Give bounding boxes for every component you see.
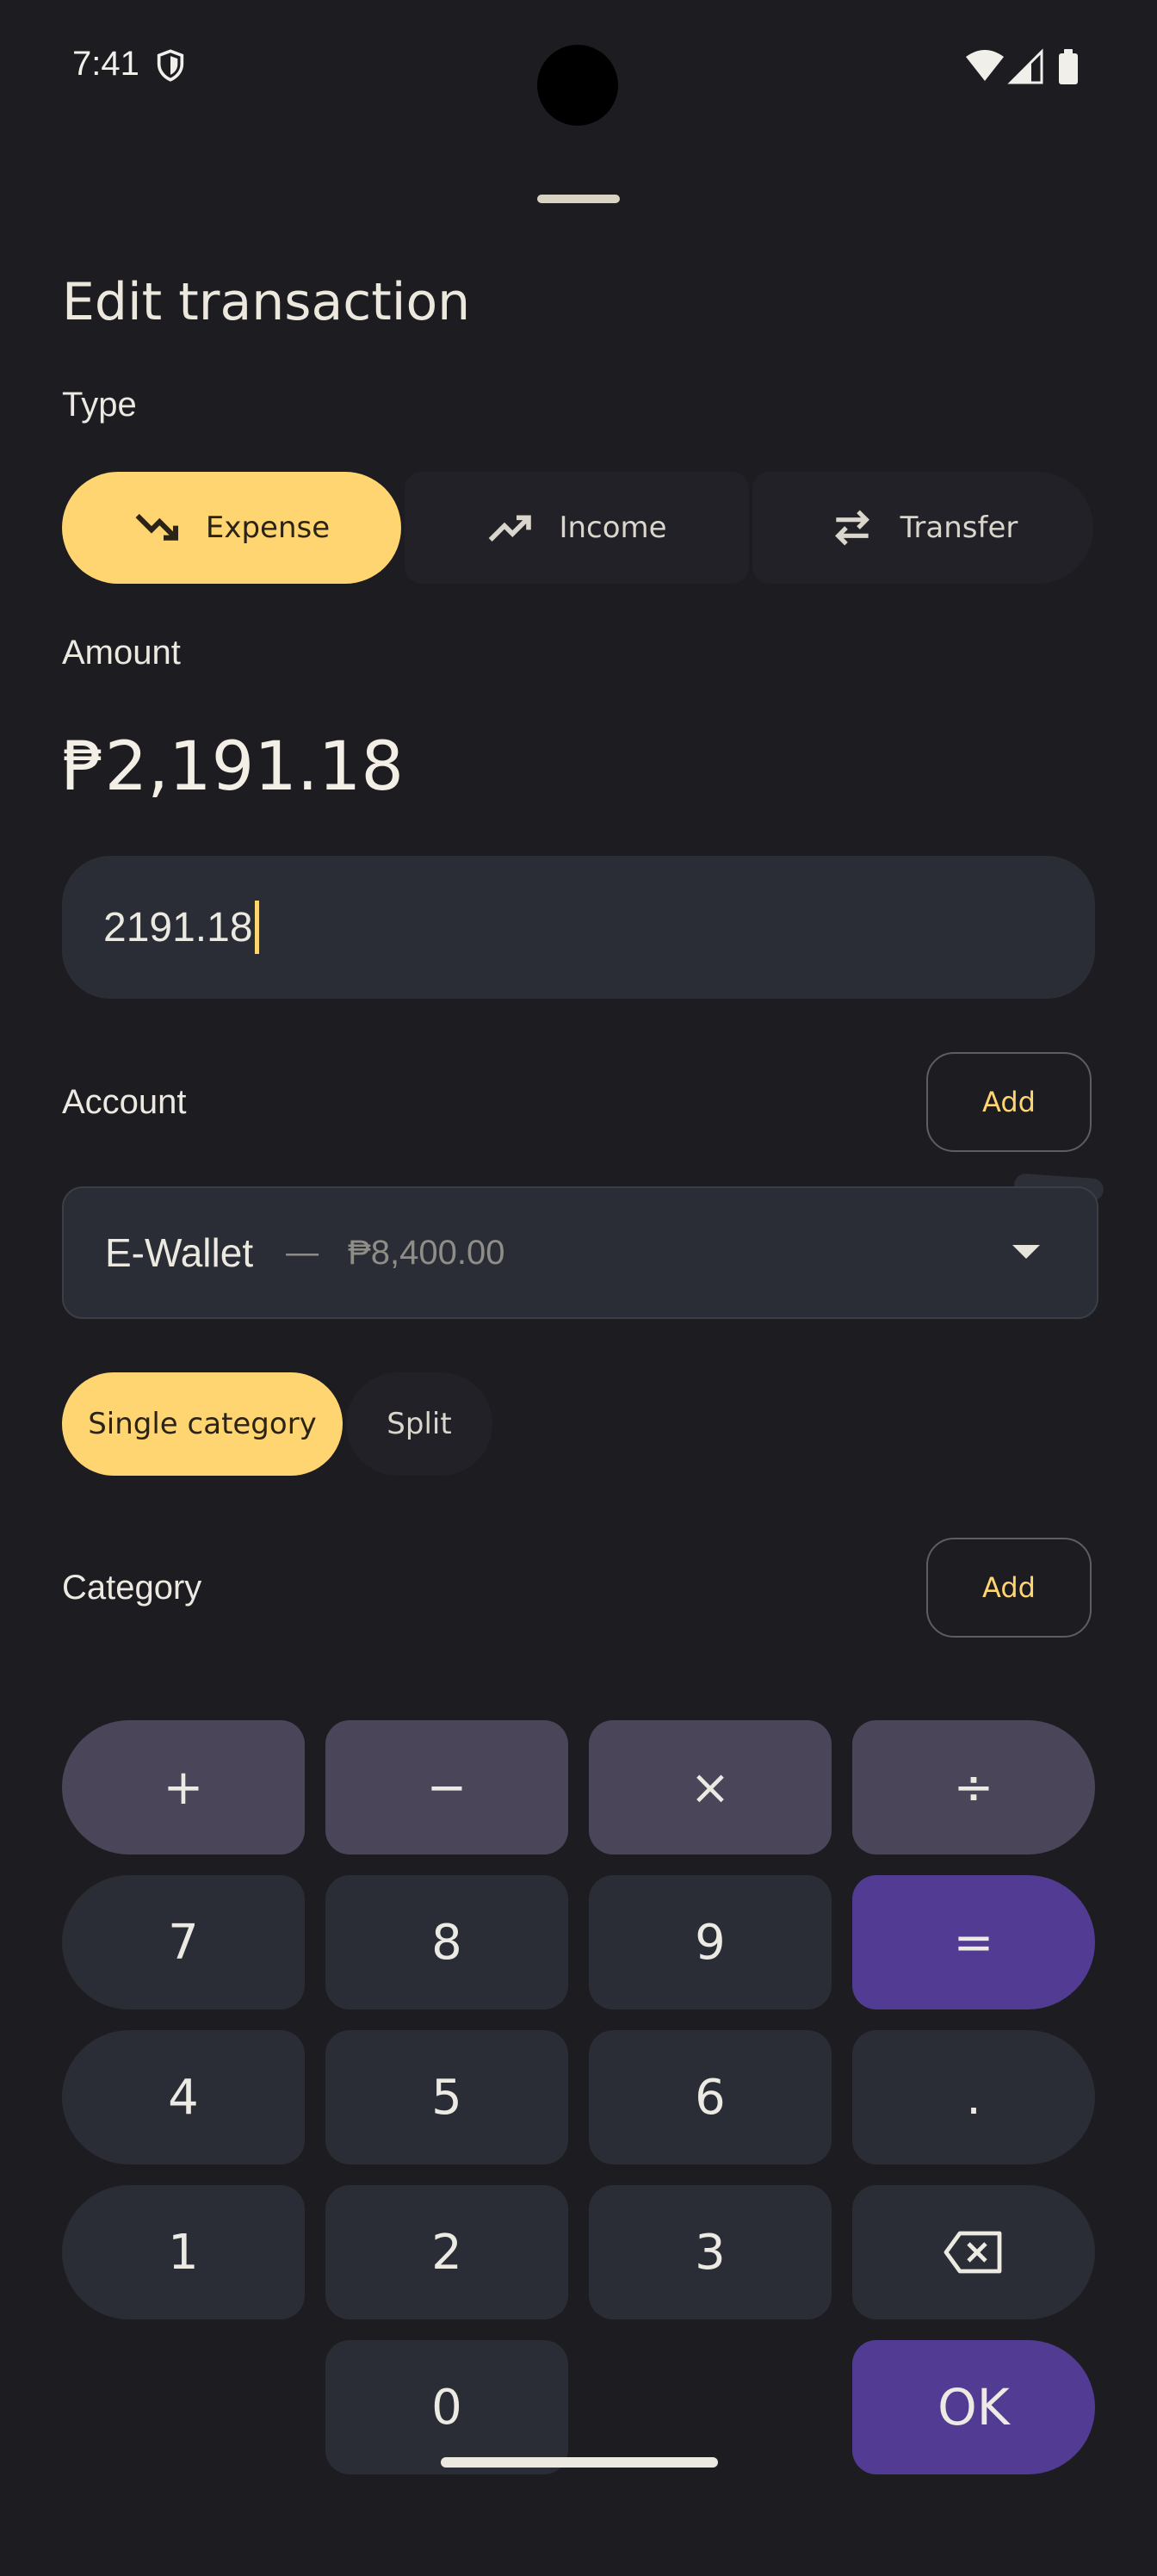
text-caret: [254, 901, 259, 954]
digit-7-key[interactable]: 7: [62, 1875, 305, 2009]
digit-9-key[interactable]: 9: [589, 1875, 832, 2009]
type-transfer-label: Transfer: [900, 511, 1018, 545]
backspace-key[interactable]: [852, 2185, 1095, 2319]
trending-up-icon: [489, 515, 532, 542]
backspace-icon: [944, 2231, 1002, 2274]
account-select[interactable]: E-Wallet — ₱8,400.00: [62, 1186, 1098, 1319]
account-balance: ₱8,400.00: [348, 1233, 505, 1272]
front-camera: [537, 45, 618, 126]
amount-input-value: 2191.18: [103, 904, 253, 951]
type-income-button[interactable]: Income: [405, 472, 749, 584]
plus-key[interactable]: +: [62, 1720, 305, 1855]
sheet-drag-handle[interactable]: [537, 195, 620, 203]
category-label: Category: [62, 1569, 202, 1607]
type-transfer-button[interactable]: Transfer: [752, 472, 1093, 584]
split-chip[interactable]: Split: [346, 1372, 492, 1476]
single-category-chip[interactable]: Single category: [62, 1372, 343, 1476]
digit-3-key[interactable]: 3: [589, 2185, 832, 2319]
equals-key[interactable]: =: [852, 1875, 1095, 2009]
battery-icon: [1059, 49, 1078, 84]
type-income-label: Income: [559, 511, 667, 545]
swap-arrows-icon: [834, 510, 869, 546]
type-expense-button[interactable]: Expense: [62, 472, 401, 584]
account-separator: —: [286, 1234, 319, 1271]
type-expense-label: Expense: [205, 511, 331, 545]
decimal-key[interactable]: .: [852, 2030, 1095, 2164]
digit-5-key[interactable]: 5: [325, 2030, 568, 2164]
amount-input[interactable]: 2191.18: [62, 856, 1095, 999]
digit-0-key[interactable]: 0: [325, 2340, 568, 2474]
shield-icon: [157, 49, 184, 82]
amount-display: ₱2,191.18: [62, 728, 404, 806]
divide-key[interactable]: ÷: [852, 1720, 1095, 1855]
home-indicator[interactable]: [441, 2457, 718, 2468]
digit-2-key[interactable]: 2: [325, 2185, 568, 2319]
add-account-button[interactable]: Add: [926, 1052, 1092, 1152]
ok-button[interactable]: OK: [852, 2340, 1095, 2474]
minus-key[interactable]: −: [325, 1720, 568, 1855]
digit-1-key[interactable]: 1: [62, 2185, 305, 2319]
amount-label: Amount: [62, 634, 181, 672]
digit-4-key[interactable]: 4: [62, 2030, 305, 2164]
account-name: E-Wallet: [105, 1230, 254, 1275]
signal-icon: [1007, 48, 1043, 84]
chevron-down-icon: [1012, 1245, 1040, 1259]
digit-8-key[interactable]: 8: [325, 1875, 568, 2009]
digit-6-key[interactable]: 6: [589, 2030, 832, 2164]
type-label: Type: [62, 386, 137, 424]
sheet-title: Edit transaction: [62, 272, 471, 332]
status-icons: [966, 48, 1078, 84]
trending-down-icon: [135, 513, 178, 541]
multiply-key[interactable]: ×: [589, 1720, 832, 1855]
wifi-icon: [966, 50, 1004, 81]
add-category-button[interactable]: Add: [926, 1538, 1092, 1638]
status-time: 7:41: [72, 45, 139, 83]
account-label: Account: [62, 1083, 187, 1121]
